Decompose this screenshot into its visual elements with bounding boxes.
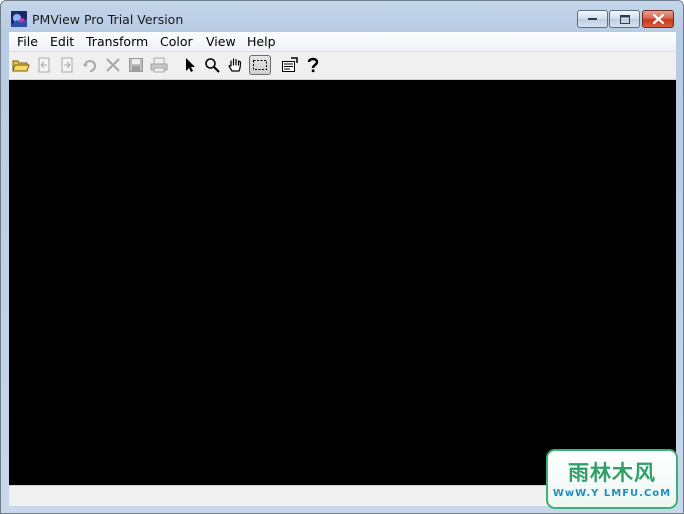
watermark-logo: 雨林木风 WwW.Y LMFU.CoM: [546, 449, 678, 509]
menu-help[interactable]: Help: [245, 33, 278, 50]
help-button[interactable]: [303, 55, 323, 75]
delete-button[interactable]: [103, 55, 123, 75]
menu-bar: File Edit Transform Color View Help: [9, 32, 676, 52]
rotate-button[interactable]: [80, 55, 100, 75]
export-button[interactable]: [57, 55, 77, 75]
export-icon: [61, 57, 73, 73]
watermark-url: WwW.Y LMFU.CoM: [552, 488, 672, 499]
rotate-icon: [83, 60, 96, 72]
toolbar: [9, 52, 676, 80]
menu-view[interactable]: View: [204, 33, 238, 50]
import-icon: [38, 57, 50, 73]
menu-transform[interactable]: Transform: [84, 33, 150, 50]
minimize-icon: [587, 18, 597, 20]
select-tool-button[interactable]: [249, 55, 271, 75]
watermark-title: 雨林木风: [568, 461, 656, 485]
select-rectangle-icon: [253, 60, 267, 70]
hand-icon: [228, 58, 242, 72]
image-canvas[interactable]: [9, 80, 676, 485]
print-button[interactable]: [149, 55, 169, 75]
pointer-tool-button[interactable]: [180, 55, 200, 75]
app-window: PMView Pro Trial Version File Edit Trans…: [0, 0, 684, 514]
close-icon: [652, 14, 664, 24]
zoom-icon: [205, 58, 220, 73]
pointer-icon: [186, 58, 195, 72]
pmview-app-icon[interactable]: [11, 11, 27, 27]
zoom-tool-button[interactable]: [202, 55, 222, 75]
close-button[interactable]: [642, 10, 674, 28]
pan-tool-button[interactable]: [225, 55, 245, 75]
maximize-icon: [619, 14, 630, 24]
save-icon: [129, 58, 143, 72]
maximize-button[interactable]: [609, 10, 640, 28]
properties-icon: [282, 57, 298, 72]
open-button[interactable]: [11, 55, 31, 75]
menu-color[interactable]: Color: [158, 33, 195, 50]
menu-edit[interactable]: Edit: [48, 33, 76, 50]
save-button[interactable]: [126, 55, 146, 75]
print-icon: [150, 57, 168, 73]
delete-icon: [106, 58, 120, 72]
menu-file[interactable]: File: [15, 33, 40, 50]
window-title: PMView Pro Trial Version: [32, 12, 184, 27]
help-icon: [307, 57, 319, 73]
properties-button[interactable]: [280, 55, 300, 75]
import-button[interactable]: [34, 55, 54, 75]
minimize-button[interactable]: [577, 10, 608, 28]
title-bar[interactable]: PMView Pro Trial Version: [1, 1, 683, 33]
open-folder-icon: [12, 60, 30, 72]
